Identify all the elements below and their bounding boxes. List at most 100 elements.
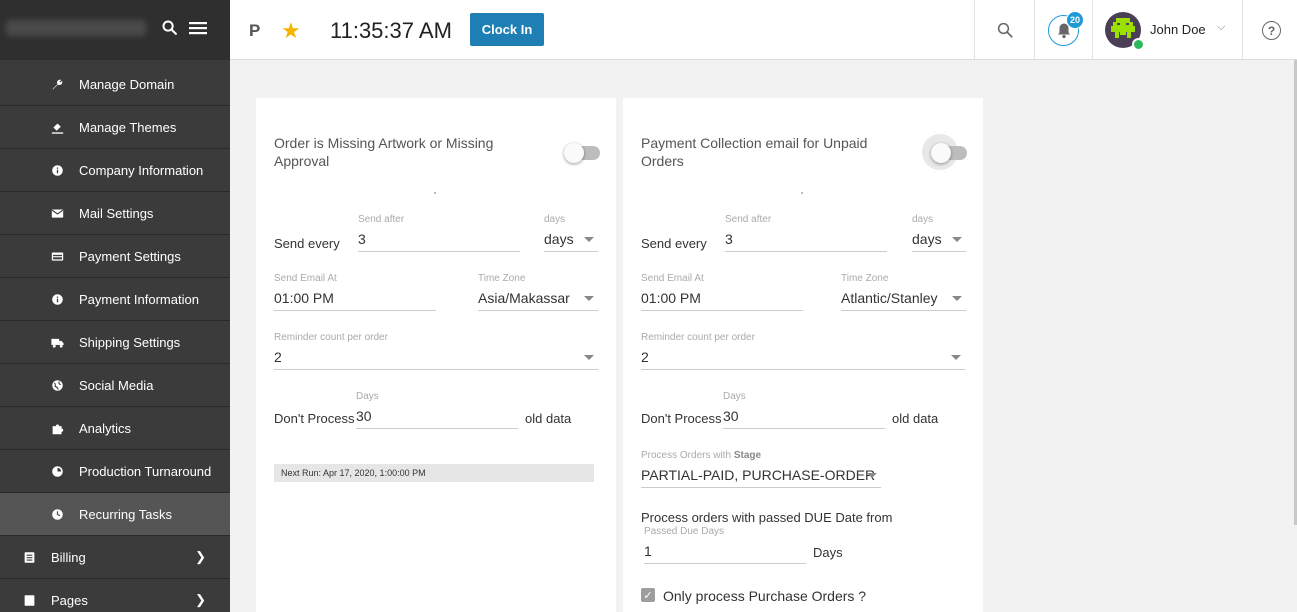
sidebar-item-label: Shipping Settings <box>79 334 181 350</box>
toggle-knob <box>564 143 584 163</box>
only-purchase-orders-checkbox[interactable]: ✓ <box>641 588 655 602</box>
reminder-count-value: 2 <box>641 349 649 365</box>
days-select[interactable]: days <box>912 227 966 252</box>
credit-card-icon <box>50 249 64 263</box>
sidebar-item-pages[interactable]: Pages ❯ <box>0 579 230 612</box>
sidebar-item-shipping-settings[interactable]: Shipping Settings <box>0 321 230 364</box>
stage-label: Process Orders with Stage <box>641 450 761 461</box>
send-email-at-input[interactable]: 01:00 PM <box>274 286 436 311</box>
paint-bucket-icon <box>50 120 64 134</box>
days-field-label: Days <box>356 391 379 402</box>
time-zone-label: Time Zone <box>478 273 526 284</box>
sidebar-item-production-turnaround[interactable]: Production Turnaround <box>0 450 230 493</box>
sidebar-item-label: Pages <box>51 592 88 608</box>
passed-due-input[interactable]: 1 <box>644 539 806 564</box>
send-after-input[interactable]: 3 <box>358 227 520 252</box>
search-icon[interactable] <box>161 19 178 41</box>
send-every-label: Send every <box>274 236 340 251</box>
sidebar-item-label: Mail Settings <box>79 205 154 221</box>
stage-value: PARTIAL-PAID, PURCHASE-ORDER <box>641 467 876 483</box>
time-zone-select[interactable]: Atlantic/Stanley <box>841 286 966 311</box>
caret-down-icon <box>584 355 594 360</box>
chevron-right-icon: ❯ <box>195 592 206 607</box>
reminder-count-select[interactable]: 2 <box>274 345 598 370</box>
topbar-search[interactable] <box>974 0 1034 59</box>
notifications[interactable]: 20 <box>1034 0 1092 59</box>
toggle-knob <box>931 143 951 163</box>
days-label: days <box>912 214 934 225</box>
time-zone-value: Atlantic/Stanley <box>841 290 938 306</box>
old-data-label: old data <box>525 411 572 426</box>
sidebar-item-manage-themes[interactable]: Manage Themes <box>0 106 230 149</box>
globe-icon <box>50 378 64 392</box>
sidebar-item-label: Company Information <box>79 162 204 178</box>
sidebar-item-company-information[interactable]: Company Information <box>0 149 230 192</box>
sidebar-item-manage-domain[interactable]: Manage Domain <box>0 60 230 106</box>
send-every-label: Send every <box>641 236 707 251</box>
reminder-count-label: Reminder count per order <box>274 332 388 343</box>
clock-in-button[interactable]: Clock In <box>470 13 544 46</box>
enable-toggle[interactable] <box>931 143 967 163</box>
recurring-task-card-payment-collection: Payment Collection email for Unpaid Orde… <box>623 98 983 612</box>
user-name: John Doe <box>1150 22 1206 37</box>
caret-down-icon <box>951 355 961 360</box>
send-email-at-label: Send Email At <box>274 273 337 284</box>
reminder-count-select[interactable]: 2 <box>641 345 965 370</box>
info-icon <box>50 163 64 177</box>
card-title: Order is Missing Artwork or Missing Appr… <box>274 135 494 169</box>
old-data-label: old data <box>892 411 939 426</box>
sidebar-item-payment-settings[interactable]: Payment Settings <box>0 235 230 278</box>
help-icon[interactable]: ? <box>1262 21 1281 40</box>
user-menu[interactable]: John Doe ⌵ <box>1092 0 1242 59</box>
stage-select[interactable]: PARTIAL-PAID, PURCHASE-ORDER <box>641 463 881 488</box>
days-suffix: Days <box>813 545 843 560</box>
p-indicator[interactable]: P <box>249 21 260 41</box>
search-icon[interactable] <box>996 21 1014 44</box>
time-zone-select[interactable]: Asia/Makassar <box>478 286 598 311</box>
dont-process-label: Don't Process <box>641 411 722 426</box>
time-zone-label: Time Zone <box>841 273 889 284</box>
sidebar-item-mail-settings[interactable]: Mail Settings <box>0 192 230 235</box>
sidebar-item-social-media[interactable]: Social Media <box>0 364 230 407</box>
help[interactable]: ? <box>1242 0 1297 59</box>
send-email-at-input[interactable]: 01:00 PM <box>641 286 803 311</box>
recurring-task-card-missing-artwork: Order is Missing Artwork or Missing Appr… <box>256 98 616 612</box>
caret-down-icon <box>952 237 962 242</box>
next-run-info: Next Run: Apr 17, 2020, 1:00:00 PM <box>274 464 594 482</box>
sidebar-item-analytics[interactable]: Analytics <box>0 407 230 450</box>
divider-dot <box>801 192 803 194</box>
days-input[interactable]: 30 <box>356 404 518 429</box>
caret-down-icon <box>952 296 962 301</box>
reminder-count-value: 2 <box>274 349 282 365</box>
days-select[interactable]: days <box>544 227 598 252</box>
send-after-label: Send after <box>358 214 405 225</box>
send-email-at-label: Send Email At <box>641 273 704 284</box>
caret-down-icon <box>584 237 594 242</box>
passed-due-label: Passed Due Days <box>644 526 725 537</box>
caret-down-icon <box>867 473 877 478</box>
notification-count-badge: 20 <box>1066 11 1084 29</box>
puzzle-icon <box>50 421 64 435</box>
days-input[interactable]: 30 <box>723 404 885 429</box>
hamburger-menu-icon[interactable] <box>189 19 207 41</box>
enable-toggle[interactable] <box>564 143 600 163</box>
send-after-input[interactable]: 3 <box>725 227 887 252</box>
sidebar-item-payment-information[interactable]: Payment Information <box>0 278 230 321</box>
top-bar: P ★ 11:35:37 AM Clock In 20 John Doe ⌵ ? <box>230 0 1297 60</box>
sidebar-item-recurring-tasks[interactable]: Recurring Tasks <box>0 493 230 536</box>
sidebar: Manage Domain Manage Themes Company Info… <box>0 0 230 612</box>
sidebar-item-label: Billing <box>51 549 86 565</box>
sidebar-item-billing[interactable]: Billing ❯ <box>0 536 230 579</box>
envelope-icon <box>50 206 64 220</box>
truck-icon <box>50 335 64 349</box>
sidebar-item-label: Payment Settings <box>79 248 181 264</box>
stage-label-prefix: Process Orders with <box>641 450 732 461</box>
days-field-label: Days <box>723 391 746 402</box>
chevron-down-icon[interactable]: ⌵ <box>1217 21 1225 34</box>
sidebar-item-label: Production Turnaround <box>79 463 212 479</box>
star-icon[interactable]: ★ <box>281 18 301 44</box>
sidebar-item-label: Social Media <box>79 377 154 393</box>
info-icon <box>50 292 64 306</box>
reminder-count-label: Reminder count per order <box>641 332 755 343</box>
logo <box>6 20 146 36</box>
